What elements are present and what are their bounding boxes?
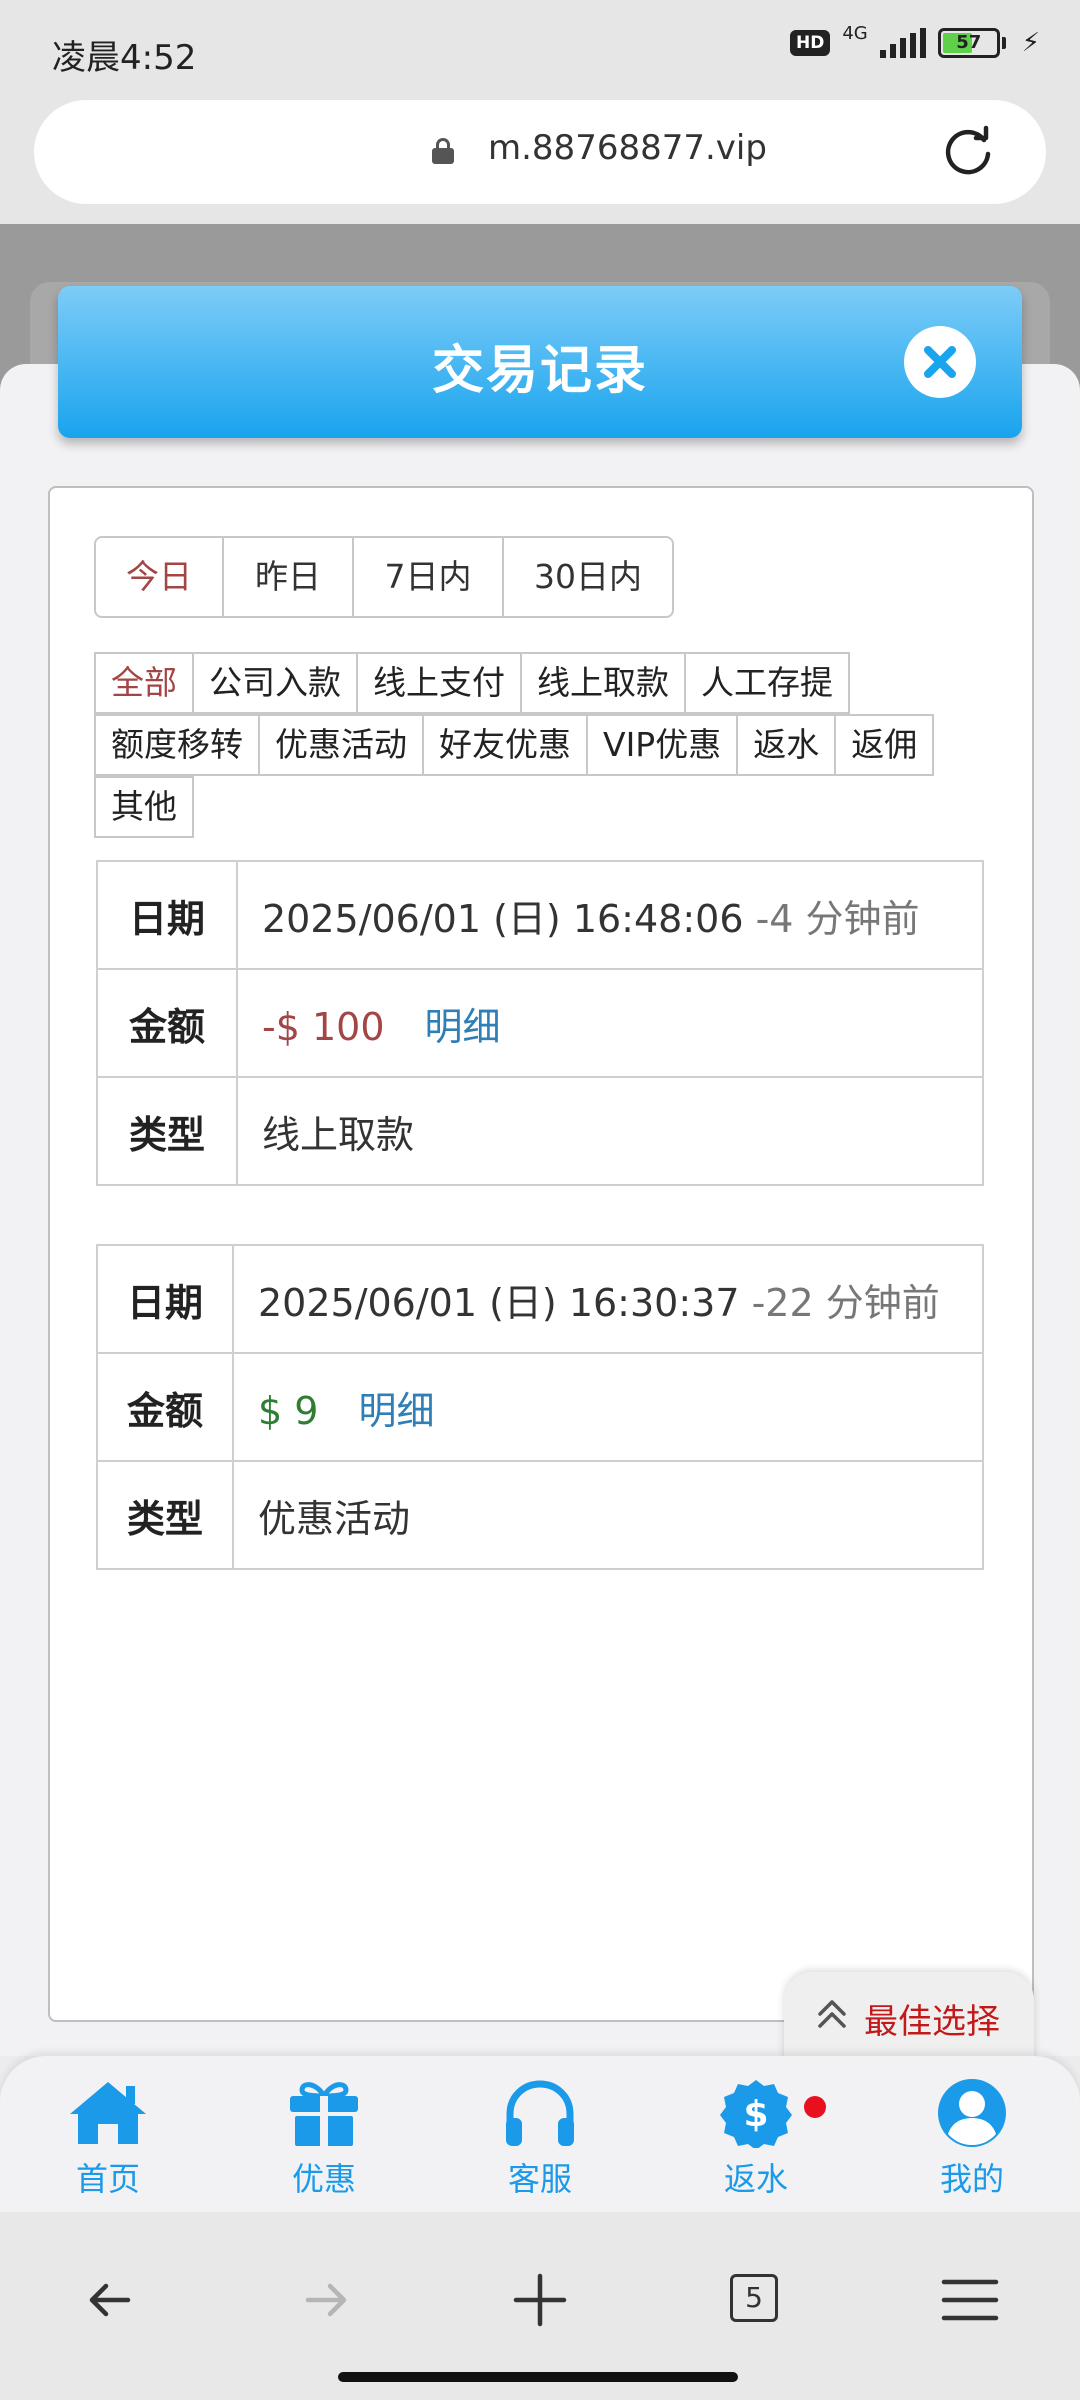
category-filter-group: 全部 公司入款 线上支付 线上取款 人工存提 额度移转 优惠活动 好友优惠 VI… — [94, 652, 935, 838]
modal-title: 交易记录 — [431, 341, 648, 401]
nav-item-profile[interactable]: 我的 — [902, 2078, 1042, 2200]
nav-label: 我的 — [939, 2160, 1004, 2198]
nav-item-promotions[interactable]: 优惠 — [254, 2078, 394, 2200]
category-filter-commission[interactable]: 返佣 — [834, 714, 935, 776]
address-bar[interactable]: m.88768877.vip — [34, 100, 1046, 204]
record-time-ago: -4 分钟前 — [755, 896, 920, 941]
double-chevron-up-icon — [818, 2000, 846, 2028]
record-date-cell: 2025/06/01 (日) 16:30:37 -22 分钟前 — [232, 1244, 984, 1354]
url-text[interactable]: m.88768877.vip — [488, 128, 767, 168]
signal-icon — [879, 28, 926, 58]
transaction-record: 日期 2025/06/01 (日) 16:48:06 -4 分钟前 金额 -$ … — [96, 860, 984, 1186]
nav-label: 优惠 — [291, 2160, 356, 2198]
date-filter-30-days[interactable]: 30日内 — [504, 538, 672, 616]
record-amount-cell: $ 9 明细 — [232, 1352, 984, 1462]
record-date: 2025/06/01 (日) 16:30:37 — [258, 1280, 740, 1325]
type-label: 类型 — [96, 1076, 238, 1186]
date-filter-today[interactable]: 今日 — [96, 538, 224, 616]
network-type: 4G — [842, 22, 868, 44]
category-filter-company-deposit[interactable]: 公司入款 — [192, 652, 358, 714]
status-icons: HD 4G 57 ⚡ — [789, 23, 1040, 58]
modal-header: 交易记录 — [58, 286, 1022, 438]
nav-item-support[interactable]: 客服 — [470, 2078, 610, 2200]
record-amount-cell: -$ 100 明细 — [236, 968, 984, 1078]
battery-level: 57 — [956, 32, 982, 53]
best-choice-label: 最佳选择 — [864, 2002, 1000, 2042]
new-tab-icon[interactable] — [504, 2264, 576, 2336]
notification-dot — [804, 2096, 826, 2118]
best-choice-button[interactable]: 最佳选择 — [784, 1972, 1034, 2064]
menu-icon[interactable] — [934, 2264, 1006, 2336]
record-date: 2025/06/01 (日) 16:48:06 — [262, 896, 744, 941]
transaction-panel: 今日 昨日 7日内 30日内 全部 公司入款 线上支付 线上取款 人工存提 额度… — [48, 486, 1034, 2022]
category-filter-transfer[interactable]: 额度移转 — [94, 714, 260, 776]
tab-count: 5 — [730, 2274, 778, 2322]
browser-address-area: m.88768877.vip — [0, 100, 1080, 224]
bottom-nav: 首页 优惠 客服 $ 返水 我的 — [0, 2056, 1080, 2212]
category-filter-all[interactable]: 全部 — [94, 652, 194, 714]
battery-icon: 57 — [937, 28, 1006, 58]
back-icon[interactable] — [74, 2264, 146, 2336]
date-label: 日期 — [96, 860, 238, 970]
date-filter-7-days[interactable]: 7日内 — [354, 538, 504, 616]
category-filter-vip-bonus[interactable]: VIP优惠 — [586, 714, 739, 776]
category-filter-rebate[interactable]: 返水 — [736, 714, 837, 776]
amount-label: 金额 — [96, 1352, 234, 1462]
home-icon — [70, 2082, 146, 2144]
nav-label: 首页 — [75, 2160, 140, 2198]
reload-icon[interactable] — [940, 124, 996, 180]
charging-icon: ⚡ — [1021, 28, 1040, 58]
detail-link[interactable]: 明细 — [358, 1389, 434, 1433]
date-label: 日期 — [96, 1244, 234, 1354]
lock-icon — [432, 138, 454, 164]
nav-item-rebate[interactable]: $ 返水 — [686, 2078, 826, 2200]
status-time: 凌晨4:52 — [52, 38, 197, 78]
category-filter-online-payment[interactable]: 线上支付 — [356, 652, 522, 714]
record-time-ago: -22 分钟前 — [751, 1280, 940, 1325]
record-amount: -$ 100 — [262, 1004, 385, 1049]
status-bar: 凌晨4:52 HD 4G 57 ⚡ — [0, 0, 1080, 100]
date-filter-yesterday[interactable]: 昨日 — [224, 538, 354, 616]
nav-item-home[interactable]: 首页 — [38, 2078, 178, 2200]
type-label: 类型 — [96, 1460, 234, 1570]
category-filter-friend-bonus[interactable]: 好友优惠 — [422, 714, 588, 776]
close-button[interactable] — [904, 326, 976, 398]
home-indicator — [338, 2372, 738, 2382]
svg-text:$: $ — [743, 2094, 768, 2135]
headset-icon — [506, 2080, 574, 2146]
record-amount: $ 9 — [258, 1388, 319, 1433]
record-type: 优惠活动 — [232, 1460, 984, 1570]
forward-icon[interactable] — [290, 2264, 362, 2336]
category-filter-other[interactable]: 其他 — [94, 776, 194, 838]
dollar-badge-icon: $ — [720, 2080, 792, 2148]
transaction-record: 日期 2025/06/01 (日) 16:30:37 -22 分钟前 金额 $ … — [96, 1244, 984, 1570]
gift-icon — [290, 2082, 358, 2146]
amount-label: 金额 — [96, 968, 238, 1078]
record-type: 线上取款 — [236, 1076, 984, 1186]
category-filter-manual[interactable]: 人工存提 — [684, 652, 850, 714]
close-icon — [924, 346, 956, 378]
record-date-cell: 2025/06/01 (日) 16:48:06 -4 分钟前 — [236, 860, 984, 970]
date-filter-group: 今日 昨日 7日内 30日内 — [94, 536, 674, 618]
nav-label: 客服 — [507, 2160, 572, 2198]
detail-link[interactable]: 明细 — [425, 1005, 501, 1049]
hd-icon: HD — [789, 30, 831, 56]
nav-label: 返水 — [723, 2160, 788, 2198]
user-icon — [938, 2079, 1006, 2147]
category-filter-promotion[interactable]: 优惠活动 — [258, 714, 424, 776]
category-filter-online-withdrawal[interactable]: 线上取款 — [520, 652, 686, 714]
tabs-button[interactable]: 5 — [720, 2264, 792, 2336]
